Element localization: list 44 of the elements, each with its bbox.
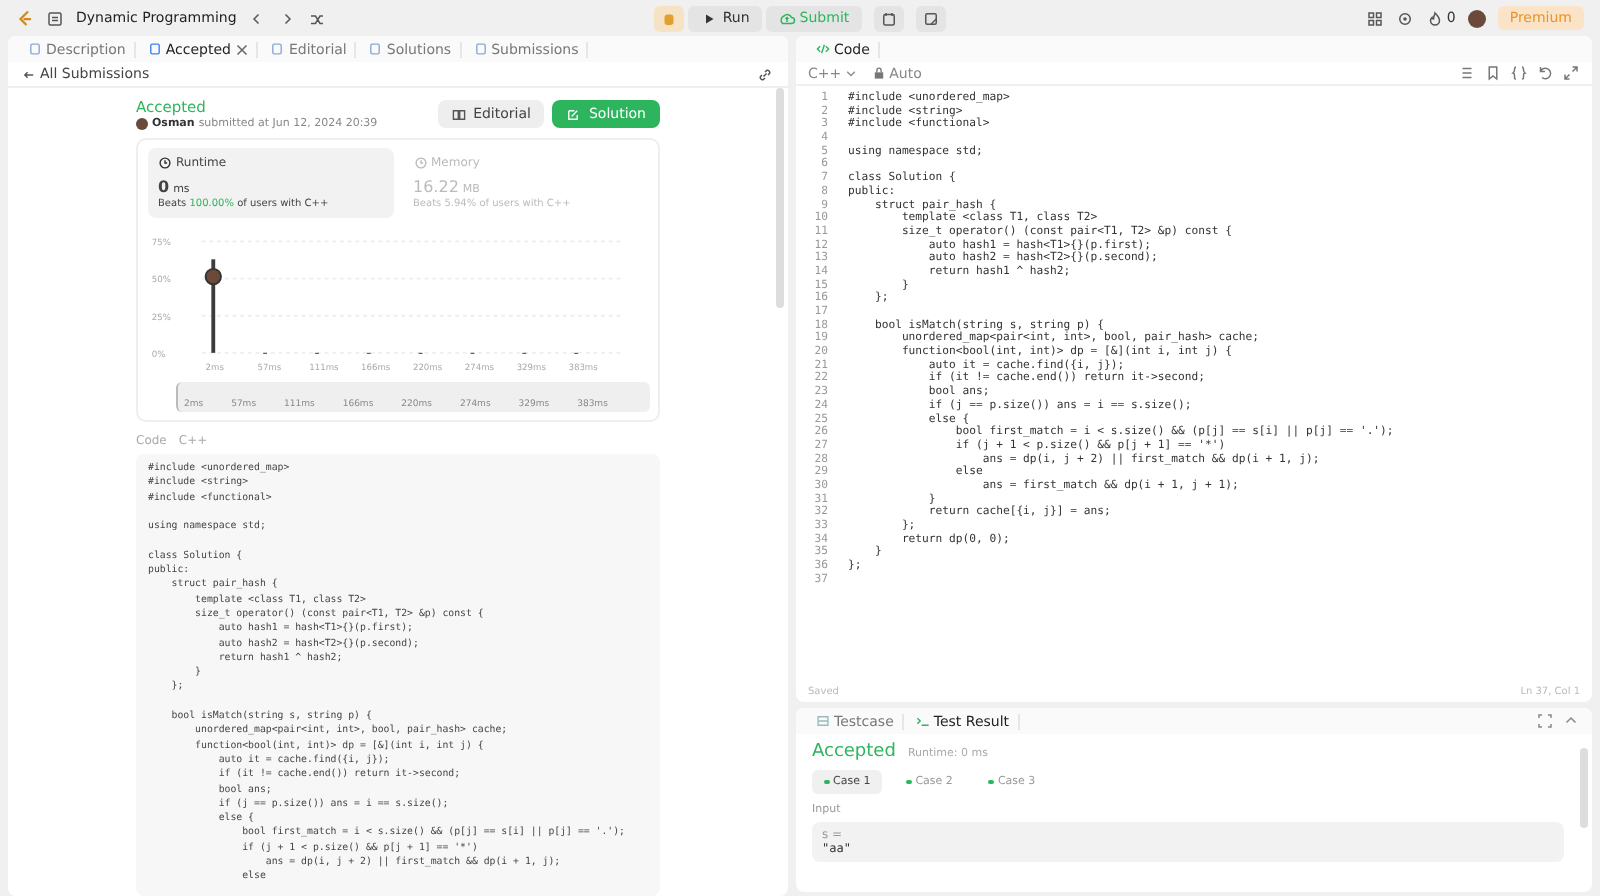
close-icon[interactable]	[236, 43, 249, 55]
notes-button[interactable]	[915, 5, 946, 31]
flame-icon	[1426, 9, 1445, 27]
calendar-icon	[879, 9, 898, 27]
result-status: Accepted	[812, 742, 896, 762]
format-icon[interactable]	[1458, 64, 1476, 82]
clock-icon	[413, 156, 427, 170]
chevron-down-icon	[845, 68, 856, 78]
page-icon	[147, 42, 162, 56]
timer-button[interactable]	[873, 5, 904, 31]
list-icon[interactable]	[46, 9, 64, 27]
avatar-marker	[204, 267, 222, 286]
shuffle-icon[interactable]	[308, 9, 327, 27]
terminal-icon	[915, 714, 930, 728]
arrow-left-icon	[22, 67, 36, 81]
stat-value: 16.22	[413, 178, 459, 196]
bookmark-icon[interactable]	[1484, 64, 1502, 82]
expand-icon[interactable]	[1536, 712, 1554, 730]
share-icon[interactable]	[756, 65, 774, 83]
page-icon	[28, 42, 42, 56]
braces-icon[interactable]	[1510, 64, 1528, 82]
settings-icon[interactable]	[1396, 9, 1415, 27]
expand-icon[interactable]	[1562, 64, 1580, 82]
stat-value: 0	[158, 178, 170, 196]
page-icon	[368, 42, 383, 56]
note-icon	[921, 9, 940, 27]
book-icon	[451, 107, 466, 121]
code-icon	[816, 42, 830, 56]
play-icon	[700, 9, 719, 27]
cloud-upload-icon	[777, 9, 796, 27]
edit-icon	[566, 107, 581, 121]
scrollbar[interactable]	[776, 88, 784, 308]
reset-icon[interactable]	[1536, 64, 1554, 82]
avatar[interactable]	[1467, 9, 1486, 27]
page-icon	[270, 42, 285, 56]
table-icon	[816, 714, 830, 728]
bug-icon	[660, 9, 679, 27]
grid-icon[interactable]	[1366, 9, 1385, 27]
clock-icon	[158, 156, 172, 170]
user-avatar	[136, 118, 148, 130]
logo-icon[interactable]	[16, 9, 34, 27]
scrollbar[interactable]	[1580, 748, 1588, 828]
lock-icon	[871, 66, 886, 80]
page-icon	[473, 42, 488, 56]
